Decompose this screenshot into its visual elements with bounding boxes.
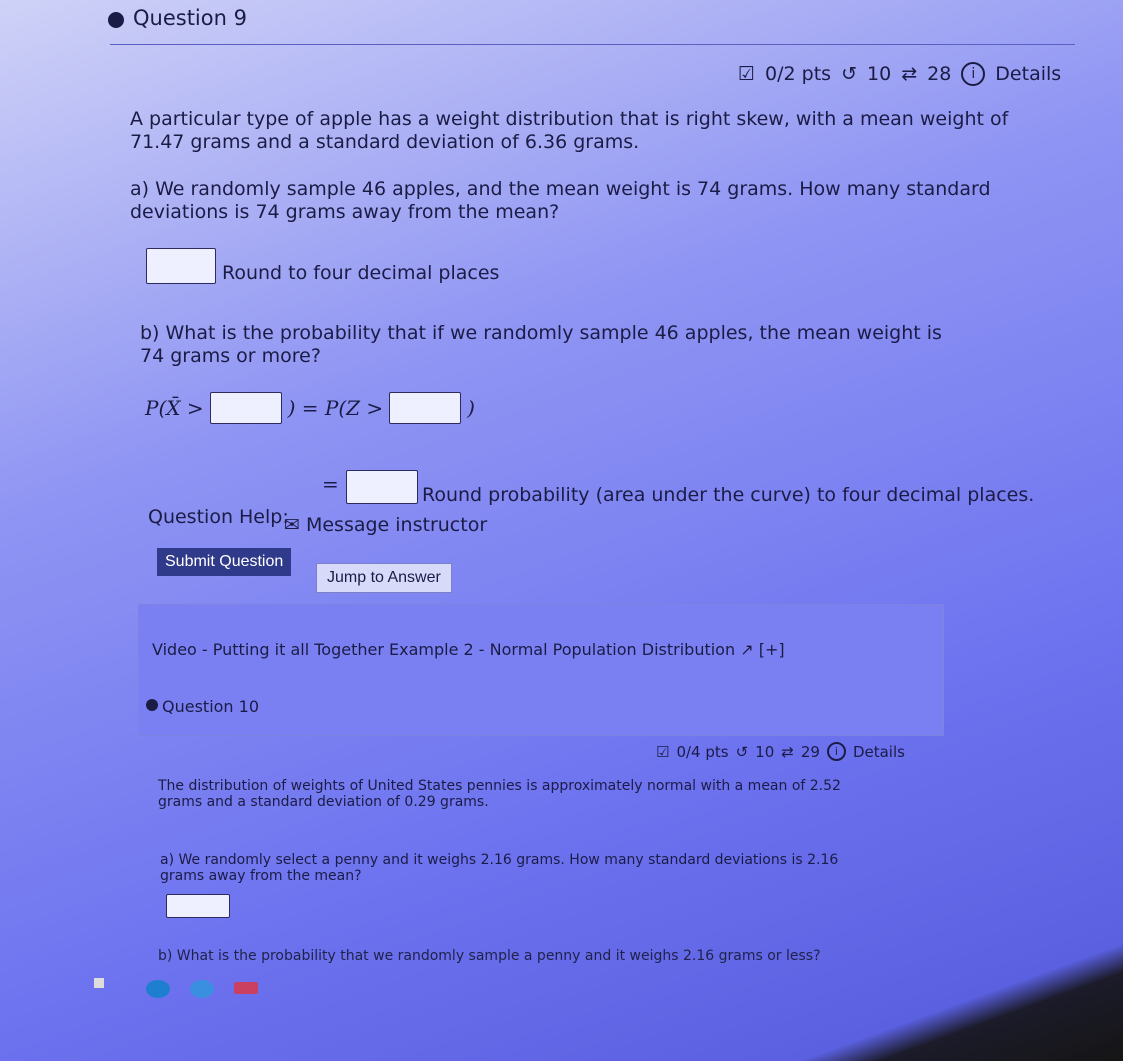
mail-icon: ✉ [284,514,300,536]
attempts-icon: ⇄ [781,742,794,761]
message-instructor-link[interactable]: ✉ Message instructor [284,514,487,537]
probability-input[interactable] [346,470,418,504]
question-9-meta: ☑ 0/2 pts ↺ 10 ⇄ 28 i Details [738,62,1061,86]
question-10-meta: ☑ 0/4 pts ↺ 10 ⇄ 29 i Details [656,742,905,761]
retries: 10 [755,742,775,761]
answer-a-input[interactable] [146,248,216,284]
retry-icon: ↺ [841,63,857,85]
part-b-hint: Round probability (area under the curve)… [422,484,1035,506]
question-bullet [108,12,124,28]
part-a-hint: Round to four decimal places [222,262,500,284]
checkbox-icon: ☑ [738,63,756,85]
checkbox-icon: ☑ [656,742,670,761]
penny-answer-a-input[interactable] [166,894,230,918]
attempts: 29 [800,742,820,761]
app-icon[interactable] [146,980,170,998]
question-10-intro: The distribution of weights of United St… [158,778,841,810]
probability-equation: P(X̄ > ) = P(Z > ) [145,392,475,424]
details-link[interactable]: Details [995,63,1061,85]
details-link[interactable]: Details [853,743,905,761]
question-10-part-a: a) We randomly select a penny and it wei… [160,852,839,884]
app-icon[interactable] [234,982,258,994]
question-help-label: Question Help: [148,506,289,528]
question-10-title: Question 10 [162,697,260,716]
points: 0/4 pts [676,742,729,761]
taskbar [0,960,1123,1061]
equals-sign: = [322,472,339,496]
expand-button[interactable]: [+] [759,640,785,659]
retry-icon: ↺ [735,742,749,761]
external-link-icon: ↗ [740,640,754,659]
video-link[interactable]: Video - Putting it all Together Example … [152,640,785,659]
attempts: 28 [927,63,952,85]
attempts-icon: ⇄ [901,63,918,85]
divider [110,44,1075,45]
info-icon[interactable]: i [961,62,986,86]
retries: 10 [867,63,892,85]
question-9-part-b: b) What is the probability that if we ra… [140,322,942,367]
question-9-title: Question 9 [133,6,247,30]
question-9-part-a: a) We randomly sample 46 apples, and the… [130,178,991,223]
question-bullet [146,699,158,711]
jump-to-answer-button[interactable]: Jump to Answer [316,563,452,593]
z-input[interactable] [389,392,462,424]
app-icon[interactable] [190,980,214,998]
question-9-intro: A particular type of apple has a weight … [130,108,1009,153]
points: 0/2 pts [765,63,832,85]
info-icon[interactable]: i [826,742,846,761]
xbar-input[interactable] [209,392,282,424]
video-panel [138,604,944,736]
submit-question-button[interactable]: Submit Question [157,548,292,576]
app-icon[interactable] [94,978,104,988]
